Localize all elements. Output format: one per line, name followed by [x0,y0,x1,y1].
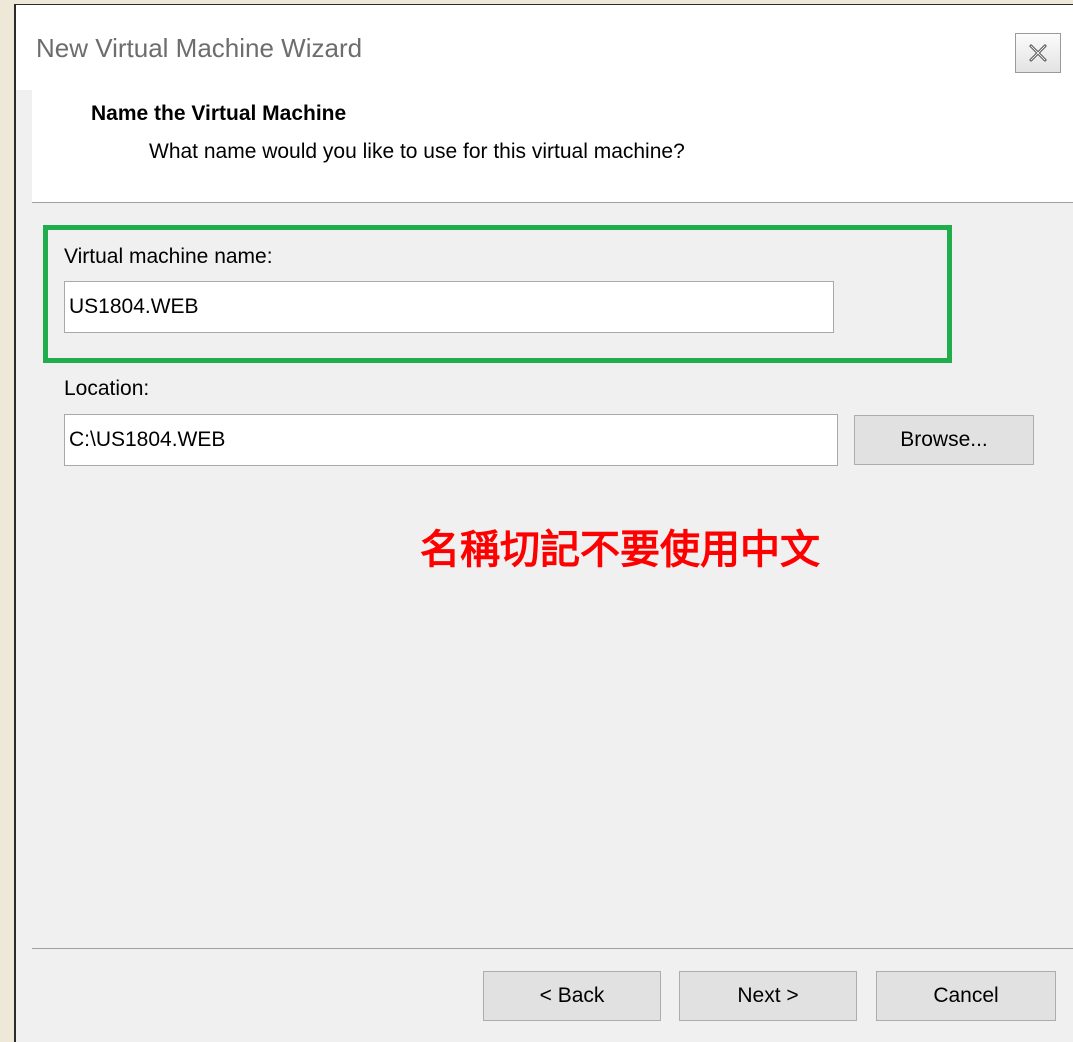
close-button[interactable] [1015,33,1061,73]
wizard-header: Name the Virtual Machine What name would… [32,90,1073,203]
browse-button[interactable]: Browse... [854,415,1034,465]
close-icon [1029,44,1047,62]
page-title: Name the Virtual Machine [91,102,347,125]
cancel-button[interactable]: Cancel [876,971,1056,1021]
title-bar: New Virtual Machine Wizard [16,5,1073,90]
back-button[interactable]: < Back [483,971,661,1021]
warning-annotation: 名稱切記不要使用中文 [420,527,820,573]
wizard-window: New Virtual Machine Wizard Name the Virt… [14,4,1073,1042]
next-button[interactable]: Next > [679,971,857,1021]
vm-name-input[interactable]: US1804.WEB [64,281,834,333]
location-input[interactable]: C:\US1804.WEB [64,414,838,466]
window-title: New Virtual Machine Wizard [36,33,363,63]
location-label: Location: [64,377,150,400]
vm-name-label: Virtual machine name: [64,245,273,268]
footer-divider [32,948,1073,949]
page-subtitle: What name would you like to use for this… [149,140,685,163]
